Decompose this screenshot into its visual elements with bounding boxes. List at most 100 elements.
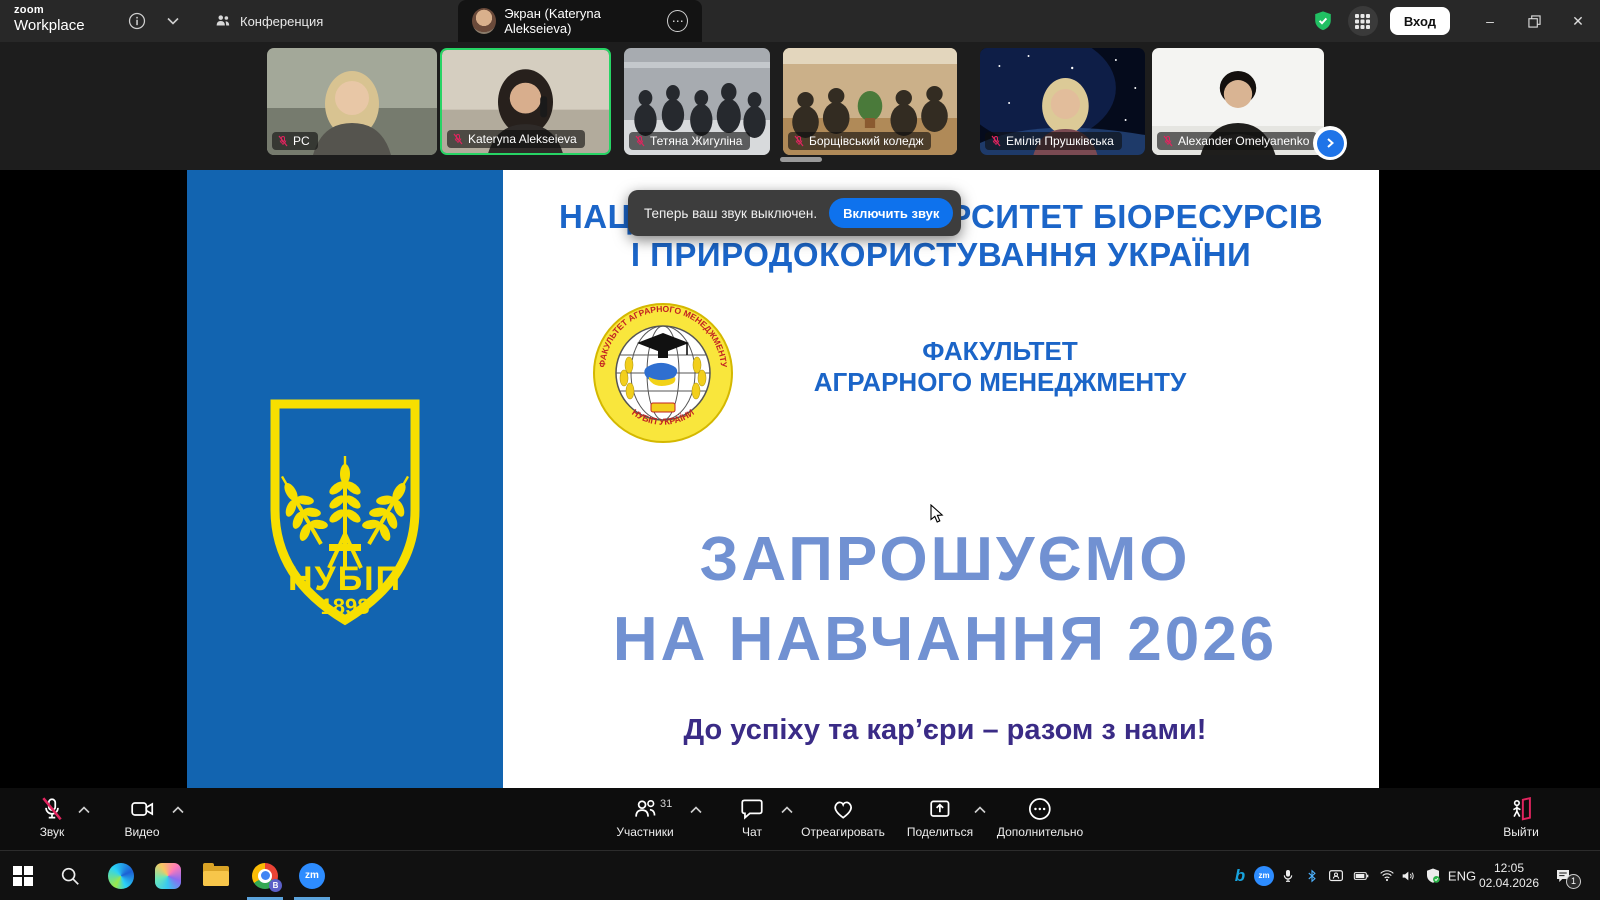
next-participants-button[interactable] (1313, 126, 1347, 160)
workspace-dropdown-button[interactable] (156, 0, 190, 42)
tablet-mode-tray-icon[interactable] (1327, 867, 1345, 885)
tab-options-button[interactable]: ⋯ (667, 10, 688, 32)
speech-bubble-icon (739, 796, 765, 822)
defender-tray-icon[interactable] (1424, 867, 1442, 885)
react-button[interactable]: Отреагировать (801, 796, 885, 839)
participant-name-tag: Тетяна Жигуліна (629, 132, 750, 150)
filmstrip-drag-handle[interactable] (780, 157, 822, 162)
info-button[interactable] (120, 0, 154, 42)
taskbar-explorer-button[interactable] (203, 866, 229, 886)
restore-icon (1528, 15, 1541, 28)
tab-screen-share[interactable]: Экран (Kateryna Alekseieva) ⋯ (458, 0, 702, 42)
brand-zoom: zoom (14, 5, 85, 16)
react-label: Отреагировать (801, 825, 885, 839)
participant-name-tag: Kateryna Alekseieva (447, 130, 585, 148)
participant-name: Борщівський коледж (809, 134, 923, 148)
bluetooth-tray-icon[interactable] (1305, 867, 1319, 885)
search-icon (59, 865, 81, 887)
taskbar-copilot-button[interactable] (155, 863, 181, 889)
chevron-right-icon (1317, 130, 1344, 157)
audio-button[interactable]: Звук (39, 796, 65, 839)
participant-tile-kateryna[interactable]: Kateryna Alekseieva (440, 48, 611, 155)
language-indicator[interactable]: ENG (1448, 868, 1476, 883)
slide-content: НАЦІОНАЛЬНИЙ УНІВЕРСИТЕТ БІОРЕСУРСІВ І П… (503, 170, 1379, 788)
mic-muted-icon (634, 135, 646, 147)
taskbar-zoom-button[interactable]: zm (299, 863, 325, 889)
windows-logo-icon (13, 866, 33, 886)
clock-time: 12:05 (1479, 861, 1539, 876)
share-options-chevron[interactable] (974, 806, 986, 814)
unmute-button[interactable]: Включить звук (829, 198, 953, 228)
taskbar-chrome-button[interactable]: B (252, 863, 278, 889)
chat-button[interactable]: Чат (739, 796, 765, 839)
chat-options-chevron[interactable] (781, 806, 793, 814)
people-icon (214, 12, 232, 30)
share-label: Поделиться (907, 825, 973, 839)
login-button[interactable]: Вход (1390, 7, 1450, 35)
participant-name-tag: PC (272, 132, 318, 150)
crest-year: 1898 (321, 594, 370, 619)
crest-name: НУБІП (288, 560, 402, 598)
participant-tile-zhygulina[interactable]: Тетяна Жигуліна (624, 48, 770, 155)
shared-screen-stage: НУБІП 1898 НАЦІОНАЛЬНИЙ УНІВЕРСИТЕТ БІОР… (0, 170, 1600, 788)
copilot-icon (155, 863, 181, 889)
participants-options-chevron[interactable] (690, 806, 702, 814)
invitation-line1: ЗАПРОШУЄМО (503, 520, 1387, 600)
clock-date: 02.04.2026 (1479, 876, 1539, 891)
faculty-title: ФАКУЛЬТЕТ АГРАРНОГО МЕНЕДЖМЕНТУ (753, 336, 1247, 398)
wifi-tray-icon[interactable] (1378, 868, 1396, 884)
start-button[interactable] (13, 866, 33, 886)
participant-tile-pc[interactable]: PC (267, 48, 437, 155)
nubip-crest: НУБІП 1898 (257, 392, 433, 632)
taskbar-search-button[interactable] (59, 865, 81, 887)
battery-tray-icon[interactable] (1351, 868, 1371, 884)
participants-count: 31 (660, 798, 672, 810)
bing-tray-icon[interactable]: b (1235, 866, 1245, 886)
security-shield-icon[interactable] (1312, 9, 1334, 33)
participant-name: Емілія Прушківська (1006, 134, 1114, 148)
mute-toast: Теперь ваш звук выключен. Включить звук (628, 190, 961, 236)
participant-tile-college[interactable]: Борщівський коледж (783, 48, 957, 155)
participant-name: PC (293, 134, 310, 148)
chrome-icon: B (252, 863, 278, 889)
microphone-tray-icon[interactable] (1280, 867, 1296, 885)
taskbar-edge-button[interactable] (108, 863, 134, 889)
participant-tile-prushkivska[interactable]: Емілія Прушківська (980, 48, 1145, 155)
faculty-title-line1: ФАКУЛЬТЕТ (753, 336, 1247, 367)
mic-muted-icon (1162, 135, 1174, 147)
presentation-slide: НУБІП 1898 НАЦІОНАЛЬНИЙ УНІВЕРСИТЕТ БІОР… (187, 170, 1379, 788)
leave-button[interactable]: Выйти (1503, 796, 1539, 839)
zoom-tray-icon[interactable]: zm (1254, 866, 1274, 886)
minimize-button[interactable]: – (1468, 0, 1512, 42)
zoom-workplace-logo: zoom Workplace (14, 5, 85, 33)
more-button[interactable]: Дополнительно (997, 796, 1083, 839)
toast-message: Теперь ваш звук выключен. (644, 206, 817, 221)
video-button[interactable]: Видео (124, 796, 159, 839)
tab-screen-label: Экран (Kateryna Alekseieva) (504, 6, 659, 36)
faculty-emblem: ФАКУЛЬТЕТ АГРАРНОГО МЕНЕДЖМЕНТУ НУБІП УК… (593, 303, 733, 443)
tab-conference[interactable]: Конференция (200, 0, 337, 42)
slide-tagline: До успіху та кар’єри – разом з нами! (503, 714, 1387, 747)
heart-icon (830, 796, 856, 822)
close-button[interactable]: ✕ (1556, 0, 1600, 42)
zoom-app-window: zoom Workplace Конференция Экран (Kater (0, 0, 1600, 900)
volume-tray-icon[interactable] (1399, 868, 1417, 884)
chevron-down-icon (167, 17, 179, 25)
apps-grid-button[interactable] (1348, 6, 1378, 36)
participant-tile-omelyanenko[interactable]: Alexander Omelyanenko (1152, 48, 1324, 155)
share-button[interactable]: Поделиться (907, 796, 973, 839)
audio-options-chevron[interactable] (78, 806, 90, 814)
share-up-arrow-icon (927, 796, 953, 822)
meeting-control-bar: Звук Видео Участники 31 (0, 788, 1600, 850)
taskbar-clock[interactable]: 12:05 02.04.2026 (1479, 861, 1539, 891)
zoom-app-icon: zm (299, 863, 325, 889)
slide-blue-panel: НУБІП 1898 (187, 170, 503, 788)
restore-button[interactable] (1512, 0, 1556, 42)
audio-label: Звук (40, 825, 65, 839)
notification-center-button[interactable]: 1 (1553, 867, 1573, 885)
more-label: Дополнительно (997, 825, 1083, 839)
info-icon (128, 12, 146, 30)
titlebar-right-controls: Вход – ✕ (1312, 0, 1600, 42)
chat-label: Чат (742, 825, 762, 839)
video-options-chevron[interactable] (172, 806, 184, 814)
